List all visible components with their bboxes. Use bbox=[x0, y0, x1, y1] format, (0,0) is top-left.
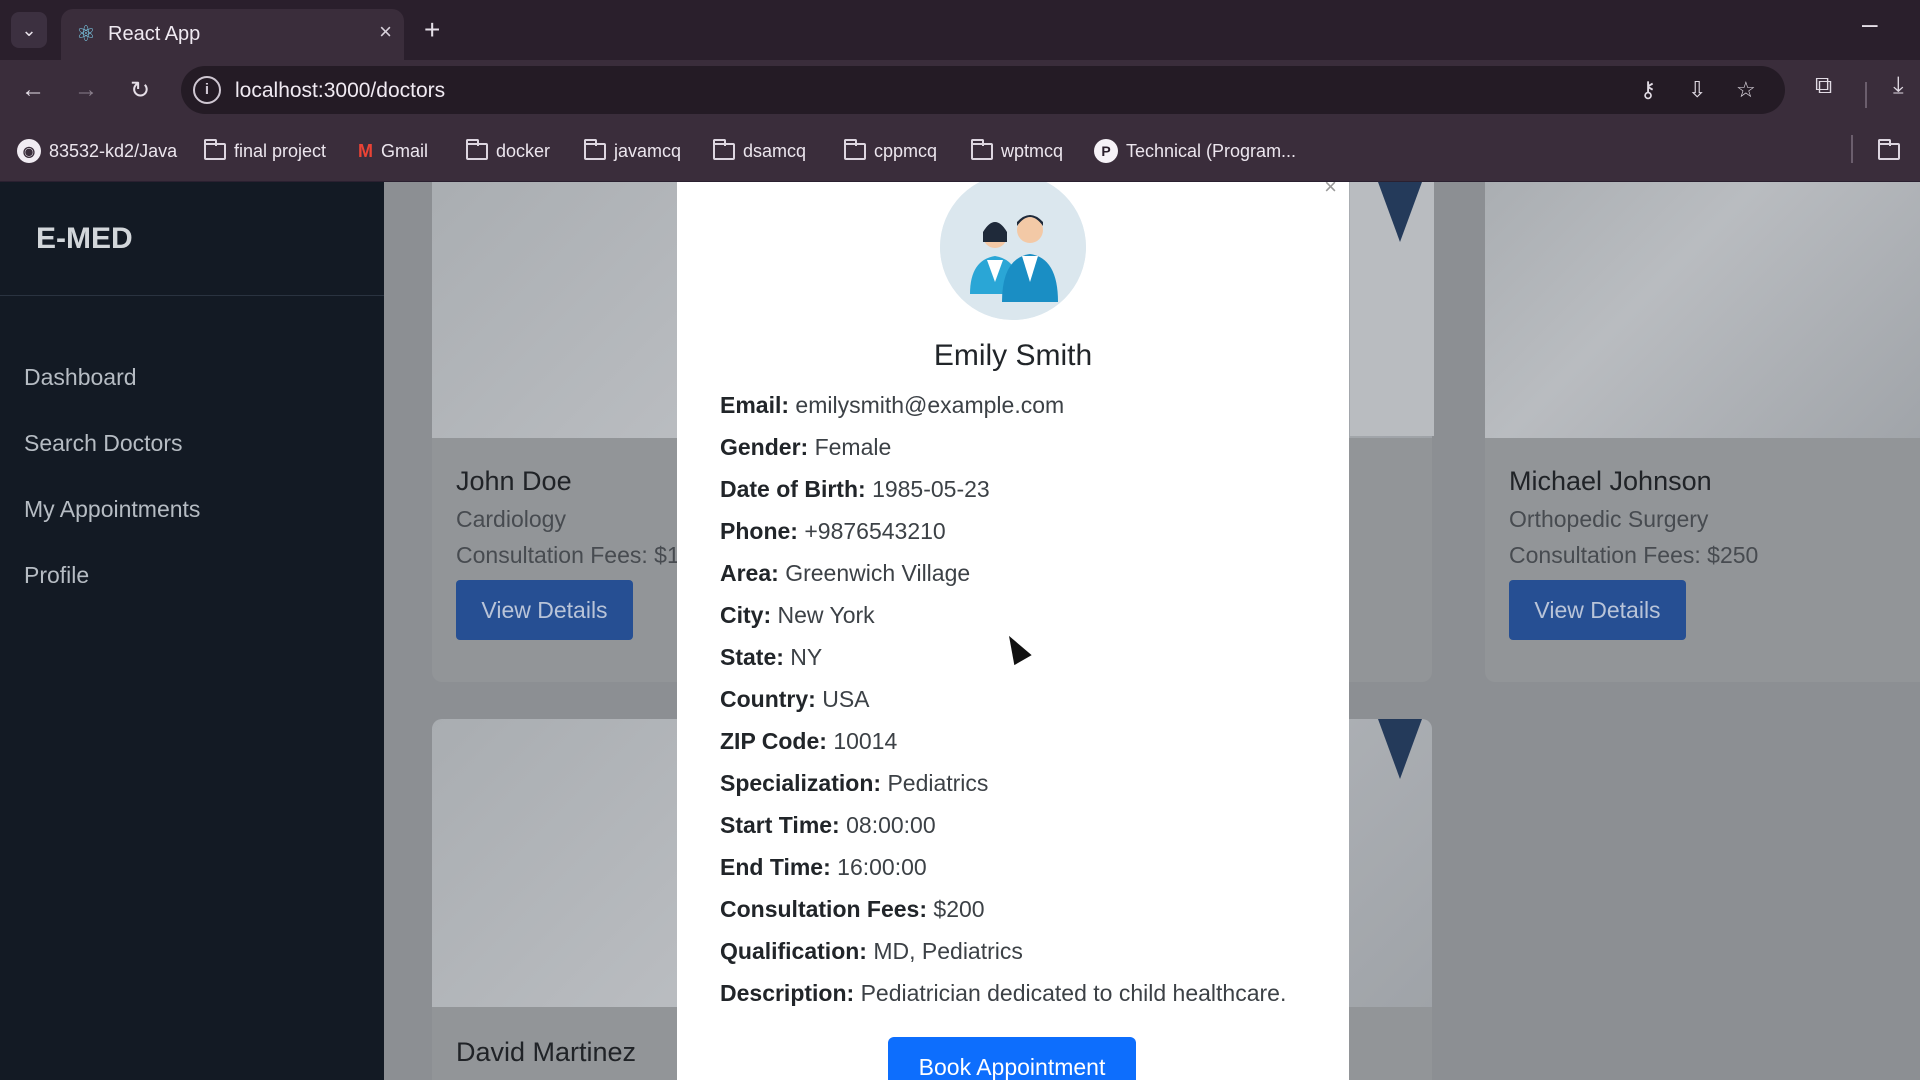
doctor-fees: Consultation Fees: $250 bbox=[1509, 542, 1759, 568]
tab-title: React App bbox=[108, 23, 201, 45]
tie-graphic bbox=[1378, 182, 1422, 242]
folder-icon bbox=[584, 138, 606, 160]
doctor-name: John Doe bbox=[456, 466, 572, 496]
download-icon[interactable]: ⤓ bbox=[1893, 72, 1904, 100]
doctor-fees: Consultation Fees: $1 bbox=[456, 542, 680, 568]
bookmark-item[interactable]: M Gmail bbox=[358, 137, 428, 165]
close-icon[interactable]: × bbox=[1324, 182, 1337, 200]
view-details-button[interactable]: View Details bbox=[456, 580, 633, 640]
detail-zip: ZIP Code: 10014 bbox=[720, 728, 898, 754]
bookmark-folder[interactable]: dsamcq bbox=[713, 137, 806, 165]
extensions-icon[interactable]: ⧉ bbox=[1815, 72, 1832, 100]
doctor-specialization: Cardiology bbox=[456, 506, 566, 532]
doctor-photo bbox=[1485, 182, 1920, 438]
bookmark-label: 83532-kd2/Java bbox=[49, 140, 178, 161]
sidebar-item-search-doctors[interactable]: Search Doctors bbox=[24, 430, 183, 457]
new-tab-icon[interactable]: + bbox=[424, 12, 440, 48]
bookmark-folder[interactable]: wptmcq bbox=[971, 137, 1063, 165]
brand-logo: E-MED bbox=[36, 222, 133, 255]
folder-icon bbox=[466, 138, 488, 160]
bookmark-star-icon[interactable]: ☆ bbox=[1736, 77, 1756, 103]
detail-country: Country: USA bbox=[720, 686, 870, 712]
folder-icon bbox=[713, 138, 735, 160]
doctor-avatar bbox=[940, 182, 1086, 320]
doctor-name: David Martinez bbox=[456, 1037, 637, 1067]
bookmark-label: Technical (Program... bbox=[1126, 140, 1297, 161]
doctor-details-modal: × Emily Smith Email: emilysmith@example.… bbox=[677, 182, 1349, 1080]
detail-dob: Date of Birth: 1985-05-23 bbox=[720, 476, 990, 502]
folder-icon bbox=[971, 138, 993, 160]
divider bbox=[0, 295, 384, 296]
sidebar: E-MED Dashboard Search Doctors My Appoin… bbox=[0, 182, 384, 1080]
sidebar-item-dashboard[interactable]: Dashboard bbox=[24, 364, 137, 391]
tab-search-dropdown-icon[interactable]: ⌄ bbox=[11, 12, 47, 48]
bookmark-label: dsamcq bbox=[743, 140, 807, 161]
view-details-button[interactable]: View Details bbox=[1509, 580, 1686, 640]
close-icon[interactable]: × bbox=[379, 19, 392, 45]
toolbar-divider bbox=[1865, 82, 1867, 108]
detail-email: Email: emilysmith@example.com bbox=[720, 392, 1065, 418]
github-icon: ◉ bbox=[17, 139, 41, 163]
bookmark-folder[interactable]: final project bbox=[204, 137, 326, 165]
bookmark-label: cppmcq bbox=[874, 140, 938, 161]
folder-icon bbox=[1878, 138, 1900, 160]
browser-tab-strip: ⌄ ⚛ React App × + – bbox=[0, 0, 1920, 60]
bookmark-label: docker bbox=[496, 140, 551, 161]
detail-area: Area: Greenwich Village bbox=[720, 560, 971, 586]
key-icon[interactable]: ⚷ bbox=[1640, 77, 1656, 103]
bookmark-label: Gmail bbox=[381, 140, 429, 161]
detail-start-time: Start Time: 08:00:00 bbox=[720, 812, 936, 838]
book-appointment-button[interactable]: Book Appointment bbox=[888, 1037, 1136, 1080]
sidebar-item-my-appointments[interactable]: My Appointments bbox=[24, 496, 200, 523]
bookmarks-divider bbox=[1851, 135, 1853, 163]
detail-specialization: Specialization: Pediatrics bbox=[720, 770, 989, 796]
modal-doctor-name: Emily Smith bbox=[933, 339, 1093, 372]
gmail-icon: M bbox=[358, 140, 373, 161]
web-page: E-MED Dashboard Search Doctors My Appoin… bbox=[0, 182, 1920, 1080]
address-bar[interactable]: i localhost:3000/doctors ⚷ ⇩ ☆ bbox=[181, 66, 1785, 114]
tie-graphic bbox=[1378, 719, 1422, 779]
detail-description: Description: Pediatrician dedicated to c… bbox=[720, 980, 1287, 1006]
detail-city: City: New York bbox=[720, 602, 875, 628]
forward-arrow-icon[interactable]: → bbox=[68, 72, 104, 108]
minimize-icon[interactable]: – bbox=[1862, 8, 1878, 40]
browser-tab[interactable]: ⚛ React App × bbox=[61, 9, 404, 60]
doctor-specialization: Orthopedic Surgery bbox=[1509, 506, 1709, 532]
detail-qualification: Qualification: MD, Pediatrics bbox=[720, 938, 1023, 964]
bookmarks-bar: ◉ 83532-kd2/Java final project M Gmail d… bbox=[0, 120, 1920, 182]
bookmark-item[interactable]: ◉ 83532-kd2/Java bbox=[17, 137, 177, 165]
detail-phone: Phone: +9876543210 bbox=[720, 518, 946, 544]
url-text: localhost:3000/doctors bbox=[235, 79, 446, 102]
doctors-illustration-icon bbox=[940, 182, 1086, 320]
folder-icon bbox=[844, 138, 866, 160]
bookmark-folder[interactable]: javamcq bbox=[584, 137, 681, 165]
detail-end-time: End Time: 16:00:00 bbox=[720, 854, 927, 880]
react-icon: ⚛ bbox=[76, 21, 96, 46]
sidebar-item-profile[interactable]: Profile bbox=[24, 562, 89, 589]
bookmark-label: final project bbox=[234, 140, 327, 161]
detail-gender: Gender: Female bbox=[720, 434, 892, 460]
browser-toolbar: ← → ↻ i localhost:3000/doctors ⚷ ⇩ ☆ ⧉ ⤓ bbox=[0, 60, 1920, 120]
detail-state: State: NY bbox=[720, 644, 823, 670]
back-arrow-icon[interactable]: ← bbox=[15, 72, 51, 108]
bookmark-label: javamcq bbox=[614, 140, 682, 161]
detail-fees: Consultation Fees: $200 bbox=[720, 896, 985, 922]
other-bookmarks-folder[interactable] bbox=[1878, 137, 1900, 165]
site-info-icon[interactable]: i bbox=[193, 76, 221, 104]
install-app-icon[interactable]: ⇩ bbox=[1688, 77, 1706, 103]
bookmark-item[interactable]: P Technical (Program... bbox=[1094, 137, 1296, 165]
reload-icon[interactable]: ↻ bbox=[122, 72, 158, 108]
doctor-card: Michael Johnson Orthopedic Surgery Consu… bbox=[1485, 182, 1920, 682]
bookmark-folder[interactable]: docker bbox=[466, 137, 550, 165]
doctor-name: Michael Johnson bbox=[1509, 466, 1712, 496]
bookmark-label: wptmcq bbox=[1001, 140, 1064, 161]
technical-site-icon: P bbox=[1094, 139, 1118, 163]
bookmark-folder[interactable]: cppmcq bbox=[844, 137, 937, 165]
folder-icon bbox=[204, 138, 226, 160]
